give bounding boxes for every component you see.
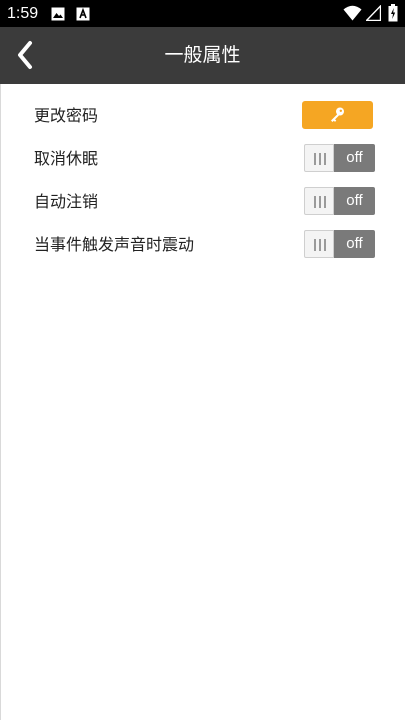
page-title: 一般属性 — [164, 44, 241, 66]
app-bar: 一般属性 — [0, 27, 405, 84]
toggle-state-label: off — [334, 230, 375, 258]
chevron-left-icon — [18, 41, 32, 69]
toggle-state-label: off — [334, 144, 375, 172]
status-bar: 1:59 — [0, 0, 405, 27]
setting-row-change-password: 更改密码 — [1, 94, 405, 137]
image-icon — [51, 6, 65, 25]
vibrate-on-event-toggle[interactable]: off — [304, 230, 375, 259]
signal-icon — [364, 4, 382, 25]
auto-logout-toggle[interactable]: off — [304, 187, 375, 216]
change-password-label: 更改密码 — [34, 106, 99, 125]
wifi-icon — [343, 5, 362, 25]
back-button[interactable] — [10, 35, 48, 75]
key-icon — [331, 107, 344, 122]
cancel-sleep-toggle[interactable]: off — [304, 144, 375, 173]
screen: 1:59 一般属性 更改密码 取消休眠 off 自动注销 off 当事件触发声音… — [0, 0, 405, 720]
setting-row-cancel-sleep: 取消休眠 off — [1, 137, 405, 180]
toggle-knob — [304, 144, 334, 172]
settings-list: 更改密码 取消休眠 off 自动注销 off 当事件触发声音时震动 off — [0, 84, 405, 720]
cancel-sleep-label: 取消休眠 — [34, 149, 99, 168]
vibrate-on-event-label: 当事件触发声音时震动 — [34, 235, 195, 254]
toggle-knob — [304, 187, 334, 215]
status-time: 1:59 — [7, 5, 39, 22]
change-password-button[interactable] — [302, 101, 373, 129]
battery-icon — [388, 4, 398, 26]
toggle-state-label: off — [334, 187, 375, 215]
setting-row-auto-logout: 自动注销 off — [1, 180, 405, 223]
setting-row-vibrate-on-event: 当事件触发声音时震动 off — [1, 223, 405, 266]
auto-logout-label: 自动注销 — [34, 192, 99, 211]
toggle-knob — [304, 230, 334, 258]
a-letter-icon — [76, 6, 90, 25]
